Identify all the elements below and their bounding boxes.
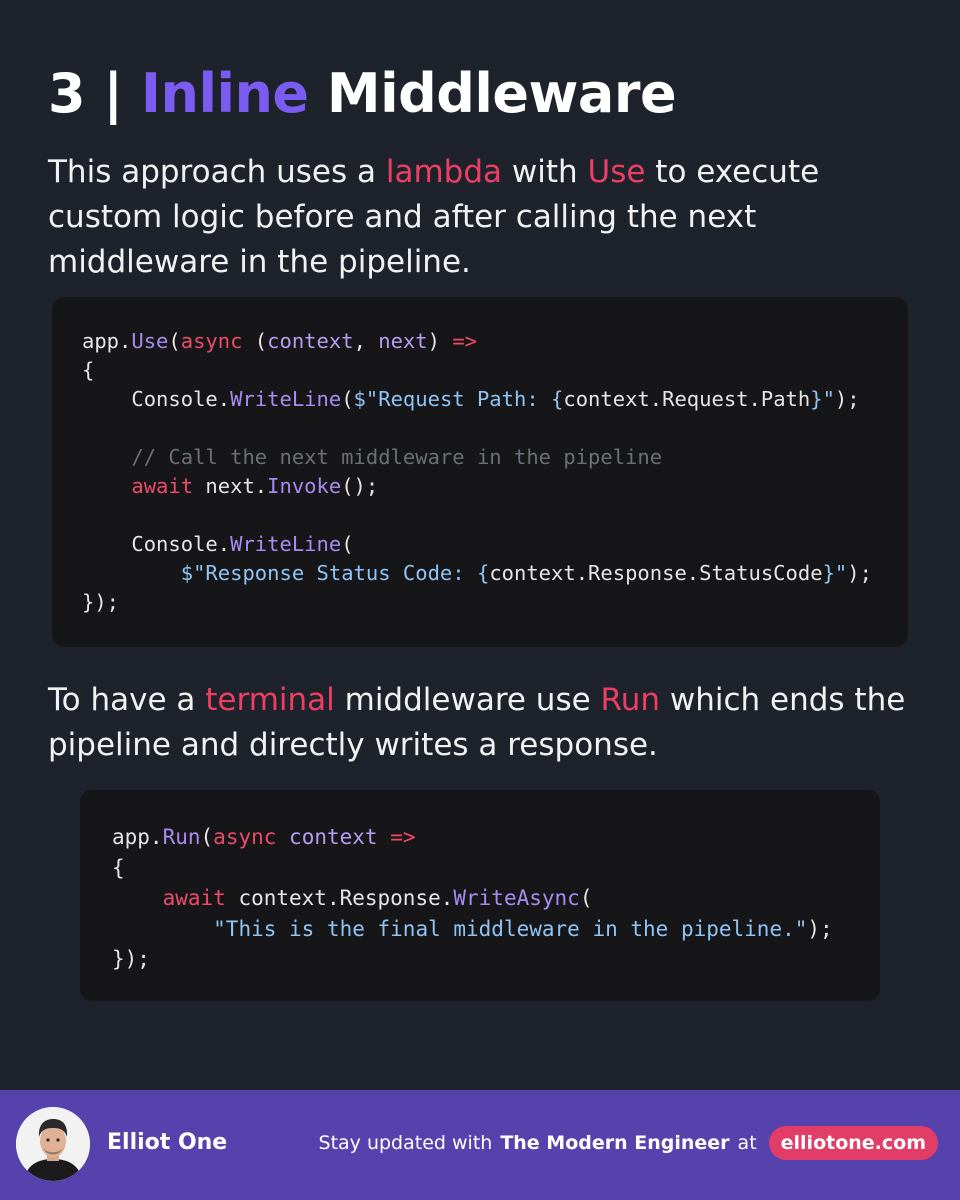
- code-use-text: app.Use(async (context, next) => { Conso…: [82, 329, 872, 614]
- avatar: [16, 1107, 90, 1181]
- code-run-text: app.Run(async context => { await context…: [112, 825, 833, 971]
- title-number: 3 |: [48, 62, 123, 125]
- footer-tagline: Stay updated with The Modern Engineer at…: [319, 1126, 938, 1160]
- intro-highlight-lambda: lambda: [385, 154, 503, 190]
- brand-name: The Modern Engineer: [500, 1132, 730, 1154]
- intro-text-2: with: [502, 154, 588, 190]
- second-text-2: middleware use: [334, 682, 601, 718]
- author-name: Elliot One: [107, 1130, 228, 1155]
- second-text-1: To have a: [48, 682, 206, 718]
- title-accent: Inline: [140, 62, 309, 125]
- page-title: 3 | Inline Middleware: [48, 62, 677, 125]
- intro-highlight-use: Use: [587, 154, 646, 190]
- footer-bar: Elliot One Stay updated with The Modern …: [0, 1090, 960, 1200]
- website-link[interactable]: elliotone.com: [768, 1126, 938, 1160]
- intro-text-1: This approach uses a: [48, 154, 386, 190]
- second-highlight-terminal: terminal: [205, 682, 335, 718]
- title-rest: Middleware: [326, 62, 677, 125]
- intro-paragraph: This approach uses a lambda with Use to …: [48, 150, 908, 285]
- tagline-prefix: Stay updated with: [318, 1132, 493, 1154]
- code-block-use: app.Use(async (context, next) => { Conso…: [52, 297, 908, 647]
- second-highlight-run: Run: [600, 682, 660, 718]
- tagline-at: at: [737, 1132, 757, 1154]
- code-block-run: app.Run(async context => { await context…: [80, 790, 880, 1001]
- avatar-portrait-icon: [16, 1107, 90, 1181]
- terminal-paragraph: To have a terminal middleware use Run wh…: [48, 678, 908, 768]
